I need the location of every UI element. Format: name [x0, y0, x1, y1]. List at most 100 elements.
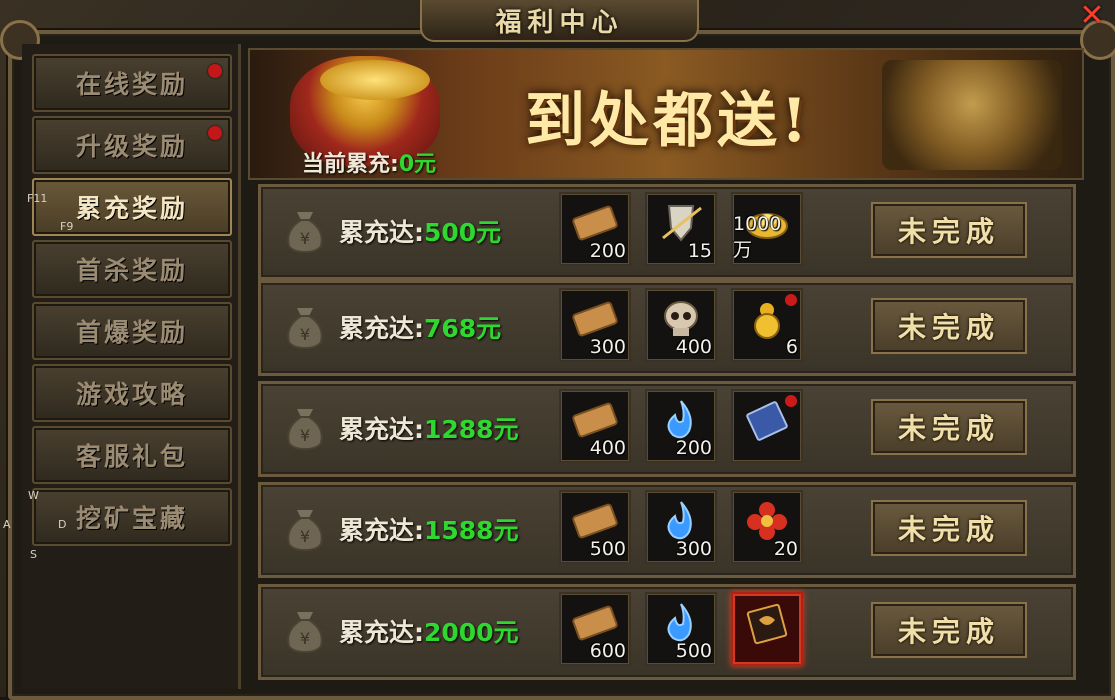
reward-item-slot[interactable]: 15 — [645, 192, 717, 266]
reward-threshold: 累充达:1288元 — [339, 410, 519, 446]
money-bag-icon: ¥ — [277, 603, 333, 657]
threshold-amount: 1288元 — [424, 415, 519, 444]
current-recharge-value: 0元 — [398, 152, 437, 177]
reward-item-slot[interactable]: 6 — [731, 288, 803, 362]
notification-badge — [785, 294, 797, 306]
sidebar-item-label: 首杀奖励 — [75, 256, 188, 285]
status-label: 未完成 — [897, 311, 1000, 344]
hotkey-label: W — [28, 489, 39, 502]
sidebar-item-first-kill-reward[interactable]: 首杀奖励 — [32, 240, 232, 298]
treasure-chest-icon — [882, 60, 1062, 170]
svg-text:¥: ¥ — [300, 426, 310, 445]
title-plate: 福利中心 — [420, 0, 699, 42]
threshold-prefix: 累充达: — [339, 314, 424, 343]
hotkey-label: A — [3, 518, 11, 531]
sidebar-item-mining-treasure[interactable]: 挖矿宝藏 — [32, 488, 232, 546]
reward-row: ¥ 累充达:1588元 500 300 20 未完成 — [258, 482, 1076, 578]
reward-row: ¥ 累充达:768元 300 400 6 未完成 — [258, 280, 1076, 376]
sidebar-item-first-drop-reward[interactable]: 首爆奖励 — [32, 302, 232, 360]
item-quantity: 20 — [773, 538, 798, 560]
threshold-prefix: 累充达: — [339, 218, 424, 247]
reward-item-slot[interactable]: 400 — [559, 389, 631, 463]
reward-item-slot[interactable]: 20 — [731, 490, 803, 564]
threshold-amount: 500元 — [424, 218, 502, 247]
reward-threshold: 累充达:768元 — [339, 309, 501, 345]
sidebar-item-label: 客服礼包 — [75, 442, 188, 471]
item-quantity: 400 — [589, 437, 626, 459]
money-bag-icon: ¥ — [277, 299, 333, 353]
hotkey-label: D — [58, 518, 67, 531]
promo-banner: 到处都送! 当前累充:0元 — [248, 48, 1084, 180]
sidebar-item-service-gift[interactable]: 客服礼包 — [32, 426, 232, 484]
reward-row: ¥ 累充达:500元 200 15 1000万 未完成 — [258, 184, 1076, 280]
money-bag-icon: ¥ — [277, 203, 333, 257]
reward-item-slot[interactable]: 300 — [559, 288, 631, 362]
item-quantity: 1000万 — [733, 213, 782, 261]
item-quantity: 15 — [687, 240, 712, 262]
status-label: 未完成 — [897, 215, 1000, 248]
item-quantity: 400 — [675, 336, 712, 358]
claim-status-button[interactable]: 未完成 — [871, 202, 1027, 258]
svg-text:¥: ¥ — [300, 229, 310, 248]
item-quantity: 300 — [675, 538, 712, 560]
sidebar-item-label: 首爆奖励 — [75, 318, 188, 347]
notification-badge — [208, 64, 222, 78]
threshold-amount: 1588元 — [424, 516, 519, 545]
sidebar-item-label: 升级奖励 — [75, 132, 188, 161]
reward-item-slot[interactable]: 500 — [559, 490, 631, 564]
sidebar-item-level-reward[interactable]: 升级奖励 — [32, 116, 232, 174]
current-recharge-total: 当前累充:0元 — [302, 146, 436, 178]
reward-item-slot[interactable]: 600 — [559, 592, 631, 666]
claim-status-button[interactable]: 未完成 — [871, 298, 1027, 354]
svg-text:¥: ¥ — [300, 629, 310, 648]
current-recharge-label: 当前累充: — [302, 152, 399, 177]
sidebar-item-label: 累充奖励 — [75, 194, 188, 223]
sidebar-item-online-reward[interactable]: 在线奖励 — [32, 54, 232, 112]
sidebar-item-label: 挖矿宝藏 — [75, 504, 188, 533]
item-quantity: 200 — [675, 437, 712, 459]
item-quantity: 200 — [589, 240, 626, 262]
threshold-amount: 768元 — [424, 314, 502, 343]
claim-status-button[interactable]: 未完成 — [871, 500, 1027, 556]
item-quantity: 6 — [785, 336, 798, 358]
item-quantity: 500 — [589, 538, 626, 560]
reward-item-slot[interactable]: 200 — [559, 192, 631, 266]
claim-status-button[interactable]: 未完成 — [871, 602, 1027, 658]
svg-text:¥: ¥ — [300, 325, 310, 344]
reward-threshold: 累充达:1588元 — [339, 511, 519, 547]
threshold-prefix: 累充达: — [339, 618, 424, 647]
banner-slogan: 到处都送! — [525, 86, 812, 156]
reward-item-slot[interactable]: 200 — [645, 389, 717, 463]
claim-status-button[interactable]: 未完成 — [871, 399, 1027, 455]
reward-item-slot[interactable] — [731, 592, 803, 666]
money-bag-icon: ¥ — [277, 501, 333, 555]
reward-item-slot[interactable] — [731, 389, 803, 463]
reward-item-slot[interactable]: 300 — [645, 490, 717, 564]
status-label: 未完成 — [897, 412, 1000, 445]
reward-item-slot[interactable]: 500 — [645, 592, 717, 666]
money-bag-icon: ¥ — [277, 400, 333, 454]
reward-row: ¥ 累充达:2000元 600 500 未完成 — [258, 584, 1076, 680]
welfare-center-window: 福利中心 ✕ 在线奖励 升级奖励 累充奖励 首杀奖励 首爆奖励 游戏攻略 客服礼… — [0, 0, 1115, 700]
sidebar-item-game-guide[interactable]: 游戏攻略 — [32, 364, 232, 422]
notification-badge — [208, 126, 222, 140]
threshold-prefix: 累充达: — [339, 415, 424, 444]
notification-badge — [785, 395, 797, 407]
reward-item-slot[interactable]: 400 — [645, 288, 717, 362]
hotkey-label: F11 — [27, 192, 48, 205]
reward-row: ¥ 累充达:1288元 400 200 未完成 — [258, 381, 1076, 477]
red-tome-icon — [746, 603, 788, 645]
threshold-amount: 2000元 — [424, 618, 519, 647]
item-quantity: 300 — [589, 336, 626, 358]
window-title: 福利中心 — [495, 7, 624, 38]
item-quantity: 500 — [675, 640, 712, 662]
close-icon: ✕ — [1079, 0, 1105, 33]
sidebar: 在线奖励 升级奖励 累充奖励 首杀奖励 首爆奖励 游戏攻略 客服礼包 挖矿宝藏 — [22, 44, 241, 689]
close-button[interactable]: ✕ — [1072, 0, 1112, 33]
reward-threshold: 累充达:500元 — [339, 213, 501, 249]
item-quantity: 600 — [589, 640, 626, 662]
sidebar-item-label: 在线奖励 — [75, 70, 188, 99]
reward-threshold: 累充达:2000元 — [339, 613, 519, 649]
hotkey-label: F9 — [60, 220, 74, 233]
reward-item-slot[interactable]: 1000万 — [731, 192, 803, 266]
